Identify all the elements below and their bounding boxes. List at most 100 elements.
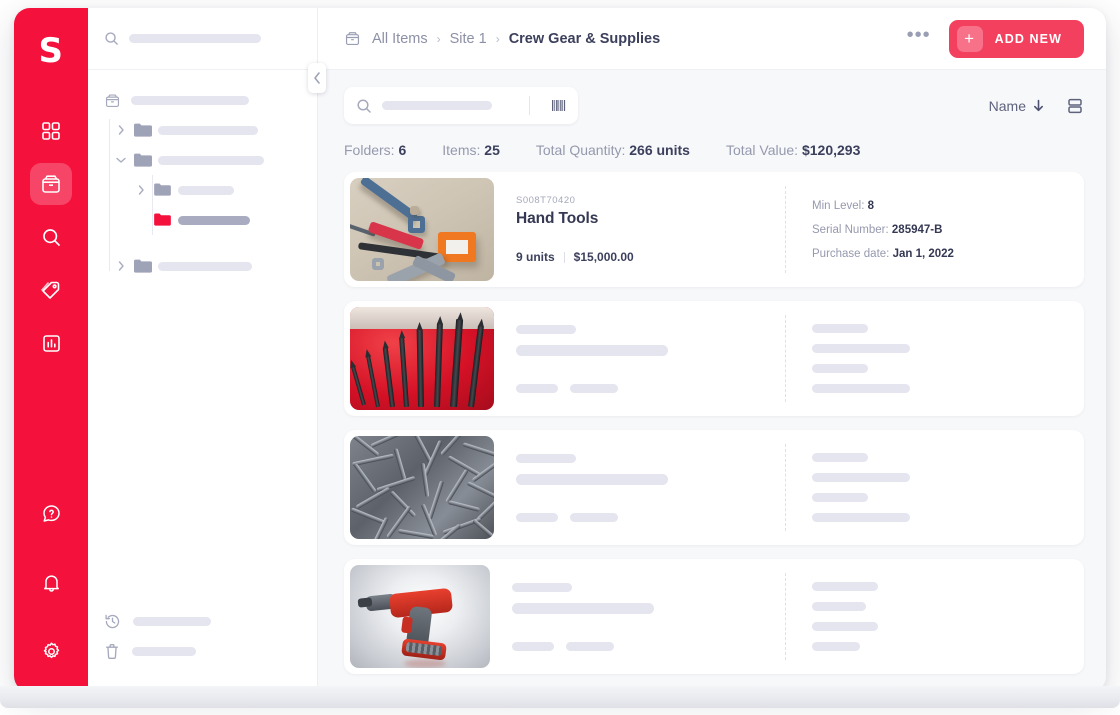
item-primary-info <box>490 583 785 651</box>
placeholder-bar <box>812 473 910 482</box>
placeholder-bar <box>812 642 860 651</box>
trash-row[interactable] <box>104 636 301 666</box>
item-details <box>786 582 1084 651</box>
search-box[interactable] <box>344 87 578 124</box>
arrow-down-icon <box>1033 99 1044 112</box>
tree-item[interactable] <box>108 145 317 175</box>
tree-item-label <box>158 262 252 271</box>
box-icon <box>104 92 121 109</box>
view-toggle-button[interactable] <box>1066 97 1084 115</box>
item-primary-info <box>494 325 785 393</box>
list-view-icon <box>1066 97 1084 115</box>
top-bar: All Items › Site 1 › Crew Gear & Supplie… <box>318 8 1106 70</box>
search-icon <box>104 31 119 46</box>
tree-item[interactable] <box>108 175 317 205</box>
chevron-down-icon[interactable] <box>114 153 128 167</box>
add-new-button[interactable]: + ADD NEW <box>949 20 1084 58</box>
item-card[interactable] <box>344 430 1084 545</box>
tree-item-label <box>158 156 264 165</box>
tree-footer <box>88 606 317 692</box>
item-thumbnail <box>350 565 490 668</box>
reports-icon[interactable] <box>30 322 72 364</box>
placeholder-bar <box>812 493 868 502</box>
collapse-panel-button[interactable] <box>308 63 326 93</box>
stat-value: 6 <box>398 142 406 158</box>
placeholder-bar <box>812 602 866 611</box>
item-card[interactable] <box>344 559 1084 674</box>
tree-root-label <box>131 96 249 105</box>
folder-icon <box>154 183 172 197</box>
history-row[interactable] <box>104 606 301 636</box>
folder-icon <box>134 259 152 273</box>
breadcrumb-item-current[interactable]: Crew Gear & Supplies <box>509 31 661 47</box>
barcode-icon[interactable] <box>551 98 566 113</box>
sort-control[interactable]: Name <box>989 98 1044 114</box>
history-label <box>133 617 211 626</box>
placeholder-bar <box>812 582 878 591</box>
tree-item-label <box>178 186 234 195</box>
app-window: S <box>14 8 1106 692</box>
toolbar: Name <box>318 70 1106 124</box>
item-value: $15,000.00 <box>574 250 634 264</box>
stat-items: Items: 25 <box>442 142 500 158</box>
tags-icon[interactable] <box>30 269 72 311</box>
chevron-right-icon[interactable] <box>114 259 128 273</box>
stat-folders: Folders: 6 <box>344 142 406 158</box>
notifications-icon[interactable] <box>30 561 72 603</box>
stat-value: 25 <box>484 142 500 158</box>
help-icon[interactable] <box>30 492 72 534</box>
tree-body <box>88 70 317 606</box>
tree-item-label <box>178 216 250 225</box>
placeholder-bar <box>516 454 576 463</box>
chevron-right-icon[interactable] <box>134 183 148 197</box>
search-icon[interactable] <box>30 216 72 258</box>
search-input[interactable] <box>382 101 492 110</box>
item-sku: S008T70420 <box>516 195 765 206</box>
top-bar-actions: ••• + ADD NEW <box>907 20 1084 58</box>
breadcrumb-separator: › <box>437 32 441 46</box>
trash-label <box>132 647 196 656</box>
placeholder-bar <box>570 384 618 393</box>
tree-search-row[interactable] <box>88 8 317 70</box>
trash-icon <box>104 643 120 660</box>
stat-value: $120,293 <box>802 142 860 158</box>
item-details <box>786 453 1084 522</box>
detail-label: Min Level: <box>812 200 864 212</box>
tree-item-label <box>158 126 258 135</box>
inventory-icon[interactable] <box>30 163 72 205</box>
item-thumbnail <box>350 178 494 281</box>
stat-label: Items: <box>442 142 480 158</box>
search-divider <box>529 96 530 115</box>
settings-icon[interactable] <box>30 630 72 672</box>
stat-total-value: Total Value: $120,293 <box>726 142 860 158</box>
sort-label: Name <box>989 98 1026 114</box>
placeholder-bar <box>812 324 868 333</box>
placeholder-bar <box>812 344 910 353</box>
placeholder-group <box>516 384 765 393</box>
detail-purchase-date: Purchase date: Jan 1, 2022 <box>812 248 1064 260</box>
dashboard-icon[interactable] <box>30 110 72 152</box>
breadcrumb-item-all-items[interactable]: All Items <box>372 31 428 47</box>
tree-item[interactable] <box>108 115 317 145</box>
folder-icon-selected <box>154 213 172 227</box>
detail-serial-number: Serial Number: 285947-B <box>812 224 1064 236</box>
more-options-button[interactable]: ••• <box>907 31 931 47</box>
breadcrumb-item-site-1[interactable]: Site 1 <box>450 31 487 47</box>
item-primary-info: S008T70420 Hand Tools 9 units $15,000.00 <box>494 195 785 264</box>
tree-root-node[interactable] <box>88 92 317 115</box>
drill-bits-photo <box>350 307 494 410</box>
chevron-right-icon[interactable] <box>114 123 128 137</box>
item-thumbnail <box>350 307 494 410</box>
cordless-drill-photo <box>350 565 490 668</box>
item-card[interactable]: S008T70420 Hand Tools 9 units $15,000.00… <box>344 172 1084 287</box>
tree-item-selected[interactable] <box>108 205 317 235</box>
tree-item[interactable] <box>108 251 317 281</box>
detail-label: Serial Number: <box>812 224 889 236</box>
stat-total-quantity: Total Quantity: 266 units <box>536 142 690 158</box>
item-details <box>786 324 1084 393</box>
tree-search-input[interactable] <box>129 34 261 43</box>
item-card[interactable] <box>344 301 1084 416</box>
primary-nav-rail: S <box>14 8 88 692</box>
plus-icon: + <box>957 26 983 52</box>
placeholder-bar <box>516 345 668 356</box>
